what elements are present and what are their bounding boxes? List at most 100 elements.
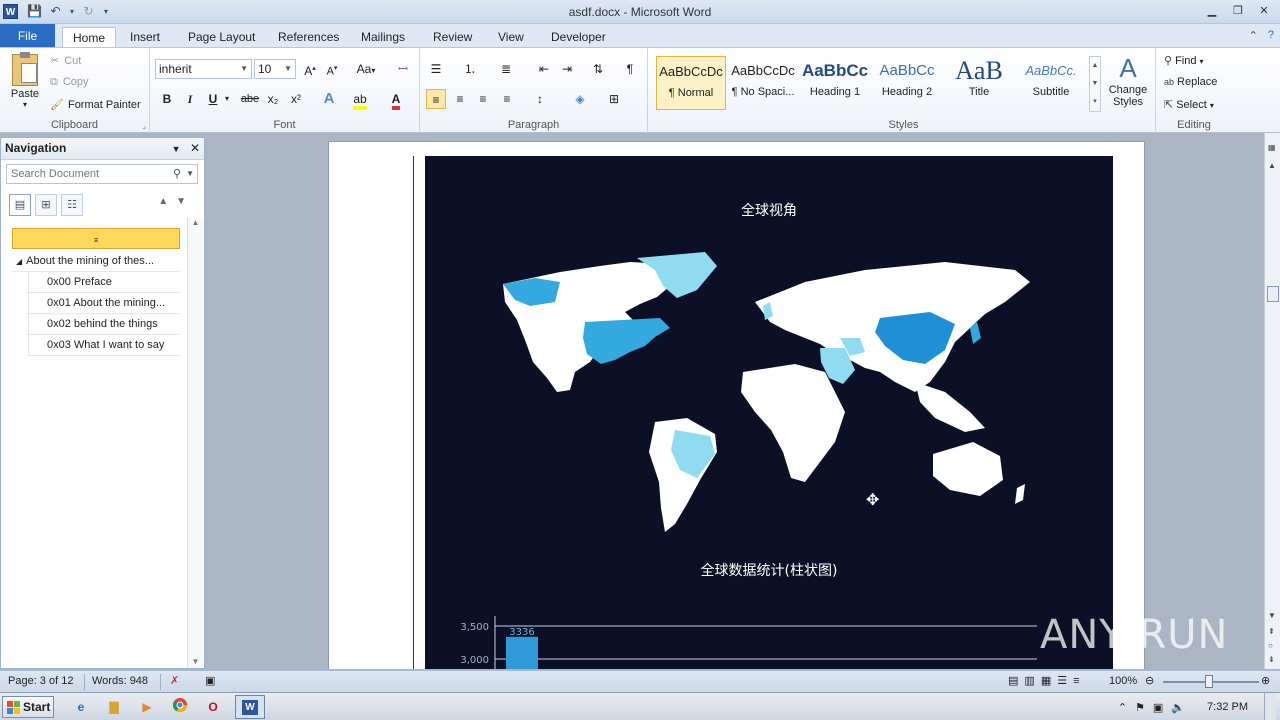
superscript-button[interactable]: x²	[286, 89, 306, 109]
font-color-button[interactable]: A	[386, 89, 406, 110]
dialog-launcher-icon[interactable]: ⌟	[142, 121, 146, 130]
zoom-slider-thumb[interactable]	[1205, 675, 1213, 688]
web-layout-icon[interactable]: ▦	[1041, 675, 1057, 687]
close-pane-icon[interactable]: ✕	[190, 141, 200, 155]
clock[interactable]: 7:32 PM	[1207, 701, 1248, 713]
heading-item[interactable]: 0x00 Preface	[28, 272, 180, 293]
embedded-chart-image[interactable]: 全球视角 全球数据统计(柱状图) 3,000 3,500 3336	[425, 156, 1113, 669]
change-case-button[interactable]: Aa▾	[353, 59, 379, 79]
outline-icon[interactable]: ☰	[1057, 675, 1073, 687]
action-center-flag-icon[interactable]: ⚑	[1135, 701, 1145, 714]
results-view-icon[interactable]: ☷	[61, 194, 83, 216]
start-button[interactable]: Start	[2, 696, 54, 718]
subscript-button[interactable]: x₂	[263, 89, 283, 109]
paste-button[interactable]: Paste ▾	[8, 52, 42, 109]
align-center-button[interactable]: ≡	[450, 89, 470, 109]
heading-item[interactable]: 0x02 behind the things	[28, 314, 180, 335]
expand-triangle-icon[interactable]: ◢	[16, 257, 22, 266]
align-left-button[interactable]: ≡	[426, 89, 446, 109]
highlight-color-button[interactable]: ab	[350, 89, 370, 110]
pages-view-icon[interactable]: ⊞	[35, 194, 57, 216]
search-document-input[interactable]: Search Document ⚲ ▼	[6, 164, 198, 184]
shading-button[interactable]: ◈	[570, 89, 590, 109]
format-painter-button[interactable]: 🖌 Format Painter	[50, 98, 141, 111]
media-player-icon[interactable]: ▶	[136, 697, 158, 717]
select-browse-object-icon[interactable]: ○	[1268, 641, 1273, 650]
help-icon[interactable]: ?	[1268, 29, 1274, 42]
shrink-font-button[interactable]: A▾	[322, 59, 342, 79]
zoom-in-icon[interactable]: ⊕	[1261, 671, 1270, 692]
italic-button[interactable]: I	[180, 89, 200, 109]
minimize-button[interactable]: ▁	[1200, 2, 1224, 20]
tab-file[interactable]: File	[0, 24, 55, 48]
bullets-button[interactable]: ☰	[426, 59, 446, 79]
minimize-ribbon-icon[interactable]: ⌃	[1249, 29, 1258, 42]
sort-button[interactable]: ⇅	[588, 59, 608, 79]
line-spacing-button[interactable]: ↕	[530, 89, 550, 109]
style-heading-2[interactable]: AaBbCc Heading 2	[872, 56, 942, 110]
vertical-scrollbar[interactable]: ▦ ▲ ▼ ⇞ ○ ⇟	[1264, 133, 1280, 669]
proofing-icon[interactable]: ✗	[170, 671, 179, 692]
next-heading-icon[interactable]: ▼	[176, 196, 194, 207]
underline-button[interactable]: U	[203, 89, 223, 109]
chevron-down-icon[interactable]: ▾	[222, 89, 232, 109]
text-effects-button[interactable]: A	[319, 89, 339, 109]
style-title[interactable]: AaB Title	[944, 56, 1014, 110]
collapse-all-item[interactable]: ⌅	[12, 228, 180, 249]
search-icon[interactable]: ⚲	[173, 165, 181, 183]
select-button[interactable]: ⇱ Select ▾	[1164, 98, 1214, 111]
grow-font-button[interactable]: A▴	[300, 59, 320, 79]
taskbar-word-button[interactable]: W	[235, 695, 265, 719]
multilevel-list-button[interactable]: ≣	[496, 59, 516, 79]
change-styles-button[interactable]: A Change Styles	[1106, 52, 1150, 108]
styles-scroll[interactable]: ▲ ▼ ▾	[1089, 56, 1101, 112]
scroll-up-icon[interactable]: ▲	[188, 218, 203, 227]
explorer-folder-icon[interactable]: ▇	[103, 697, 125, 717]
chevron-down-icon[interactable]: ▼	[186, 165, 194, 183]
copy-button[interactable]: ⧉ Copy	[50, 76, 89, 89]
replace-button[interactable]: ab Replace	[1164, 76, 1217, 88]
show-hidden-icons[interactable]: ⌃	[1118, 701, 1127, 714]
opera-icon[interactable]: O	[202, 697, 224, 717]
macro-record-icon[interactable]: ▣	[205, 671, 215, 692]
zoom-out-icon[interactable]: ⊖	[1145, 671, 1154, 692]
headings-view-icon[interactable]: ▤	[9, 194, 31, 216]
justify-button[interactable]: ≡	[497, 89, 517, 109]
scroll-up-icon[interactable]: ▲	[1268, 161, 1276, 170]
pane-options-icon[interactable]: ▼	[172, 144, 181, 154]
strikethrough-button[interactable]: abe	[238, 89, 262, 109]
scroll-down-icon[interactable]: ▼	[188, 657, 203, 666]
numbering-button[interactable]: ⒈	[460, 59, 480, 79]
previous-heading-icon[interactable]: ▲	[158, 196, 176, 207]
cut-button[interactable]: ✂ Cut	[50, 54, 81, 67]
increase-indent-button[interactable]: ⇥	[557, 59, 577, 79]
find-button[interactable]: ⚲ Find ▾	[1164, 54, 1204, 67]
tab-mailings[interactable]: Mailings	[351, 27, 415, 49]
ie-icon[interactable]: e	[70, 697, 92, 717]
style-heading-1[interactable]: AaBbCc Heading 1	[800, 56, 870, 110]
navigation-scrollbar[interactable]: ▲ ▼	[187, 218, 203, 668]
full-screen-reading-icon[interactable]: ▥	[1024, 675, 1040, 687]
align-right-button[interactable]: ≡	[473, 89, 493, 109]
bold-button[interactable]: B	[157, 89, 177, 109]
tab-references[interactable]: References	[268, 27, 349, 49]
font-name-combo[interactable]: inherit ▼	[155, 59, 252, 79]
draft-icon[interactable]: ≡	[1073, 675, 1085, 687]
show-marks-button[interactable]: ¶	[620, 59, 640, 79]
scroll-down-icon[interactable]: ▼	[1268, 611, 1276, 620]
volume-icon[interactable]: 🔈	[1171, 701, 1185, 714]
decrease-indent-button[interactable]: ⇤	[534, 59, 554, 79]
document-area[interactable]: 全球视角 全球数据统计(柱状图) 3,000 3,500 3336 ✥	[206, 133, 1264, 669]
show-desktop-button[interactable]	[1264, 693, 1276, 720]
heading-item[interactable]: 0x03 What I want to say	[28, 335, 180, 356]
scroll-thumb[interactable]	[1267, 286, 1279, 302]
tab-developer[interactable]: Developer	[541, 27, 616, 49]
previous-page-icon[interactable]: ⇞	[1268, 627, 1275, 636]
word-count[interactable]: Words: 948	[92, 671, 148, 692]
tab-review[interactable]: Review	[423, 27, 482, 49]
tab-insert[interactable]: Insert	[120, 27, 170, 49]
style-subtitle[interactable]: AaBbCc. Subtitle	[1016, 56, 1086, 110]
next-page-icon[interactable]: ⇟	[1268, 655, 1275, 664]
tab-page-layout[interactable]: Page Layout	[178, 27, 265, 49]
zoom-level[interactable]: 100%	[1109, 671, 1137, 692]
